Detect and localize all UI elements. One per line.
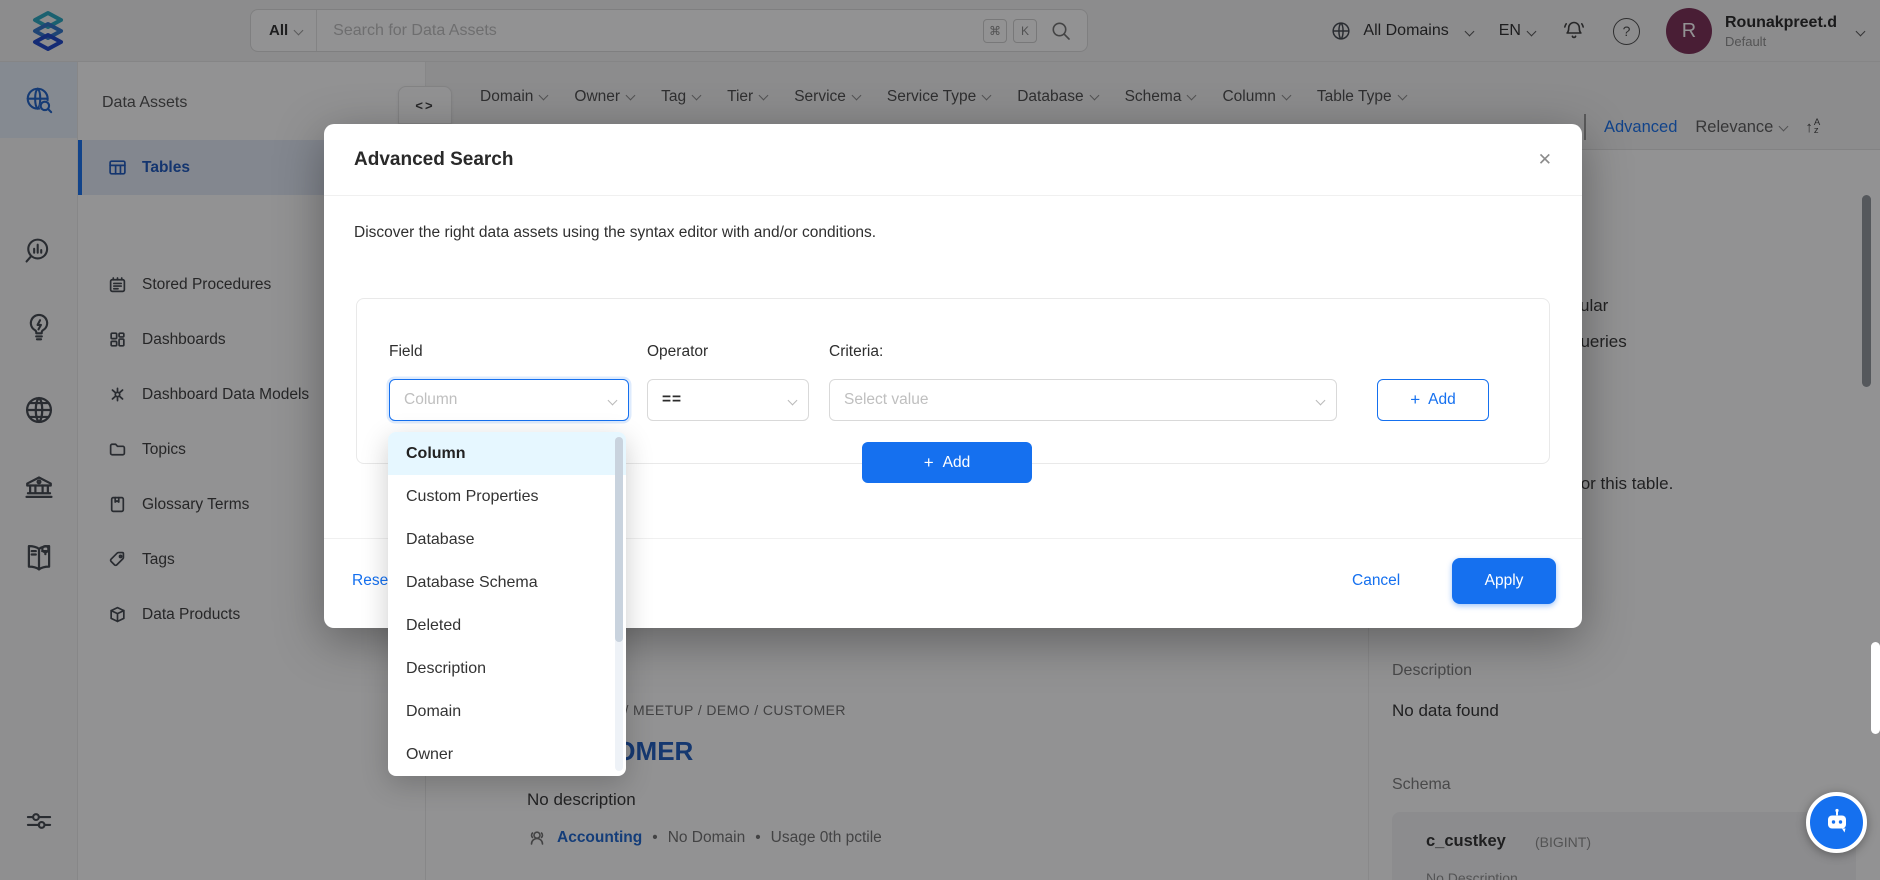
apply-button[interactable]: Apply (1452, 558, 1556, 604)
option-deleted[interactable]: Deleted (388, 604, 626, 647)
modal-title: Advanced Search (354, 148, 514, 170)
chevron-down-icon (787, 395, 798, 405)
robot-icon (1827, 808, 1846, 832)
reset-link[interactable]: Reset (352, 572, 393, 590)
app-root: All Search for Data Assets ⌘ K All Domai… (0, 0, 1880, 880)
chatbot-button[interactable] (1806, 792, 1867, 853)
option-custom-properties[interactable]: Custom Properties (388, 475, 626, 518)
modal-description: Discover the right data assets using the… (354, 224, 877, 241)
operator-label: Operator (647, 343, 709, 360)
criteria-select-placeholder: Select value (844, 391, 929, 408)
field-label: Field (389, 343, 423, 360)
operator-select[interactable]: == (647, 379, 809, 421)
option-column[interactable]: Column (388, 432, 626, 475)
chevron-down-icon (1315, 395, 1326, 405)
plus-icon: + (923, 452, 934, 472)
page-scrollbar-thumb[interactable] (1871, 642, 1880, 734)
add-rule-label: Add (1428, 391, 1456, 408)
field-select-value: Column (404, 391, 458, 408)
chevron-down-icon (607, 395, 618, 405)
add-rule-button[interactable]: + Add (1377, 379, 1489, 421)
plus-icon: + (1410, 390, 1421, 409)
modal-header: Advanced Search ✕ (324, 124, 1582, 196)
close-icon[interactable]: ✕ (1538, 150, 1552, 170)
apply-label: Apply (1484, 572, 1524, 589)
criteria-select[interactable]: Select value (829, 379, 1337, 421)
field-options-dropdown: Column Custom Properties Database Databa… (388, 432, 626, 776)
option-owner[interactable]: Owner (388, 733, 626, 776)
option-domain[interactable]: Domain (388, 690, 626, 733)
cancel-button[interactable]: Cancel (1352, 572, 1400, 590)
dropdown-scrollbar-thumb[interactable] (615, 437, 623, 642)
operator-select-value: == (662, 391, 683, 408)
option-database-schema[interactable]: Database Schema (388, 561, 626, 604)
option-description[interactable]: Description (388, 647, 626, 690)
add-group-label: Add (942, 453, 971, 471)
option-database[interactable]: Database (388, 518, 626, 561)
add-group-button[interactable]: + Add (862, 442, 1032, 483)
criteria-label: Criteria: (829, 343, 884, 360)
field-select[interactable]: Column (389, 379, 629, 421)
